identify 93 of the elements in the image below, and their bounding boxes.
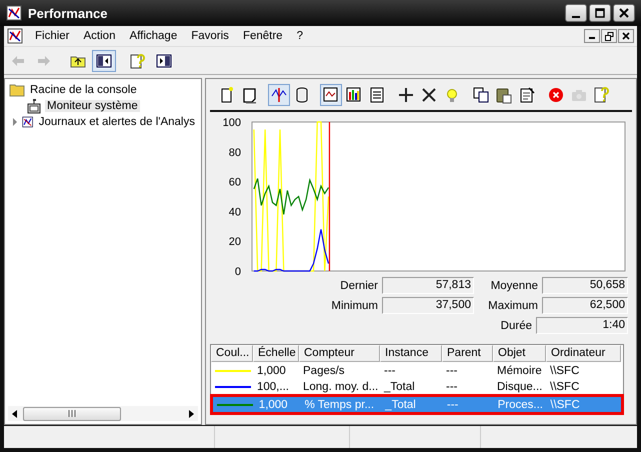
column-header[interactable]: Ordinateur xyxy=(546,345,621,362)
table-cell-text: Proces... xyxy=(496,398,544,410)
table-cell-text: Mémoire xyxy=(496,364,543,376)
table-cell-text: --- xyxy=(446,398,460,410)
paste-icon xyxy=(495,86,513,104)
line-graph-button[interactable] xyxy=(320,84,342,106)
stat-value: 57,813 xyxy=(382,277,474,294)
tree-pane-button[interactable] xyxy=(92,50,116,72)
folder-icon xyxy=(9,83,25,97)
table-row[interactable]: 100,... Long. moy. d... _Total --- Disque... \\SFC xyxy=(211,379,623,394)
table-cell-text: --- xyxy=(445,364,458,376)
log-chart-icon xyxy=(22,114,34,130)
tree-item[interactable]: Journaux et alertes de l'Analys xyxy=(36,116,197,128)
tree-item[interactable]: Moniteur système xyxy=(45,100,140,112)
table-cell-text: --- xyxy=(445,380,458,392)
histogram-icon xyxy=(345,86,363,104)
activity-graph-icon xyxy=(270,86,288,104)
action-pane-icon xyxy=(156,52,172,68)
line-graph-icon xyxy=(322,86,340,104)
table-cell-text: \\SFC xyxy=(549,364,580,376)
tree-item[interactable]: Racine de la console xyxy=(28,84,139,96)
menu-item[interactable]: Fenêtre xyxy=(236,30,290,42)
table-cell-text: _Total xyxy=(382,380,416,392)
maximize-icon xyxy=(595,8,605,18)
help-icon xyxy=(593,86,611,104)
minimize-icon xyxy=(572,16,580,18)
stop-icon xyxy=(547,86,565,104)
table-cell-text: --- xyxy=(383,364,396,376)
table-cell-text: Disque... xyxy=(496,380,544,392)
close-button[interactable] xyxy=(613,4,635,22)
axis-tick-label: 20 xyxy=(228,236,241,248)
activity-graph-button[interactable] xyxy=(268,84,290,106)
axis-tick-label: 0 xyxy=(234,266,241,277)
menu-item[interactable]: Fichier xyxy=(28,30,77,42)
column-header[interactable]: Coul... xyxy=(211,345,253,362)
report-icon xyxy=(368,86,386,104)
table-cell-text: 1,000 xyxy=(256,364,287,376)
tree-pane-icon xyxy=(96,52,112,68)
stat-value: 62,500 xyxy=(542,297,628,314)
stat-label: Moyenne xyxy=(490,280,538,292)
table-cell-text: % Temps pr... xyxy=(304,398,376,410)
minimize-button[interactable] xyxy=(584,29,600,43)
stat-label: Maximum xyxy=(488,300,538,312)
monitor-icon xyxy=(26,98,42,114)
maximize-button[interactable] xyxy=(589,4,611,22)
app-icon xyxy=(7,28,23,44)
axis-tick-label: 60 xyxy=(228,176,241,189)
menu-item[interactable]: Action xyxy=(76,30,122,42)
column-header[interactable]: Objet xyxy=(493,345,546,362)
stat-value: 37,500 xyxy=(382,297,474,314)
delete-icon xyxy=(420,86,438,104)
stat-value: 50,658 xyxy=(542,277,628,294)
properties-icon xyxy=(518,86,536,104)
table-cell-text: Long. moy. d... xyxy=(302,380,380,392)
left-arrow-icon[interactable] xyxy=(12,410,17,418)
stat-label: Minimum xyxy=(331,300,378,312)
horizontal-scrollbar[interactable] xyxy=(8,406,198,421)
menu-item[interactable]: Affichage xyxy=(122,30,184,42)
close-button[interactable] xyxy=(618,29,634,43)
menu-item[interactable]: ? xyxy=(290,30,310,42)
table-cell-text: \\SFC xyxy=(549,380,580,392)
column-header[interactable]: Parent xyxy=(442,345,493,362)
plus-icon xyxy=(397,86,415,104)
scroll-thumb[interactable] xyxy=(23,406,121,420)
right-arrow-icon[interactable] xyxy=(189,410,194,418)
close-icon xyxy=(622,32,630,40)
axis-tick-label: 40 xyxy=(228,206,241,218)
stat-label: Durée xyxy=(500,320,532,332)
help-icon xyxy=(130,52,146,68)
copy-icon xyxy=(472,86,490,104)
table-row[interactable]: 1,000 Pages/s --- --- Mémoire \\SFC xyxy=(211,363,623,378)
column-header[interactable]: Compteur xyxy=(299,345,380,362)
column-header[interactable]: Instance xyxy=(380,345,442,362)
menu-item[interactable]: Favoris xyxy=(184,30,236,42)
minimize-icon xyxy=(589,37,595,39)
expand-icon[interactable] xyxy=(12,118,18,126)
axis-tick-label: 100 xyxy=(222,117,241,129)
close-icon xyxy=(619,8,629,18)
table-cell-text: \\SFC xyxy=(549,398,581,410)
app-icon xyxy=(6,5,22,21)
table-cell-text: _Total xyxy=(384,398,417,410)
column-header[interactable]: Échelle xyxy=(253,345,299,362)
window-title: Performance xyxy=(28,6,108,20)
stat-value: 1:40 xyxy=(536,317,628,334)
minimize-button[interactable] xyxy=(565,4,587,22)
clear-page-icon xyxy=(241,86,259,104)
table-cell-text: 100,... xyxy=(256,380,290,392)
restore-icon xyxy=(604,32,614,40)
axis-tick-label: 80 xyxy=(228,146,241,159)
restore-button[interactable] xyxy=(601,29,617,43)
table-cell-text: 1,000 xyxy=(258,398,289,410)
table-cell-text: Pages/s xyxy=(302,364,346,376)
stat-label: Dernier xyxy=(340,280,378,292)
